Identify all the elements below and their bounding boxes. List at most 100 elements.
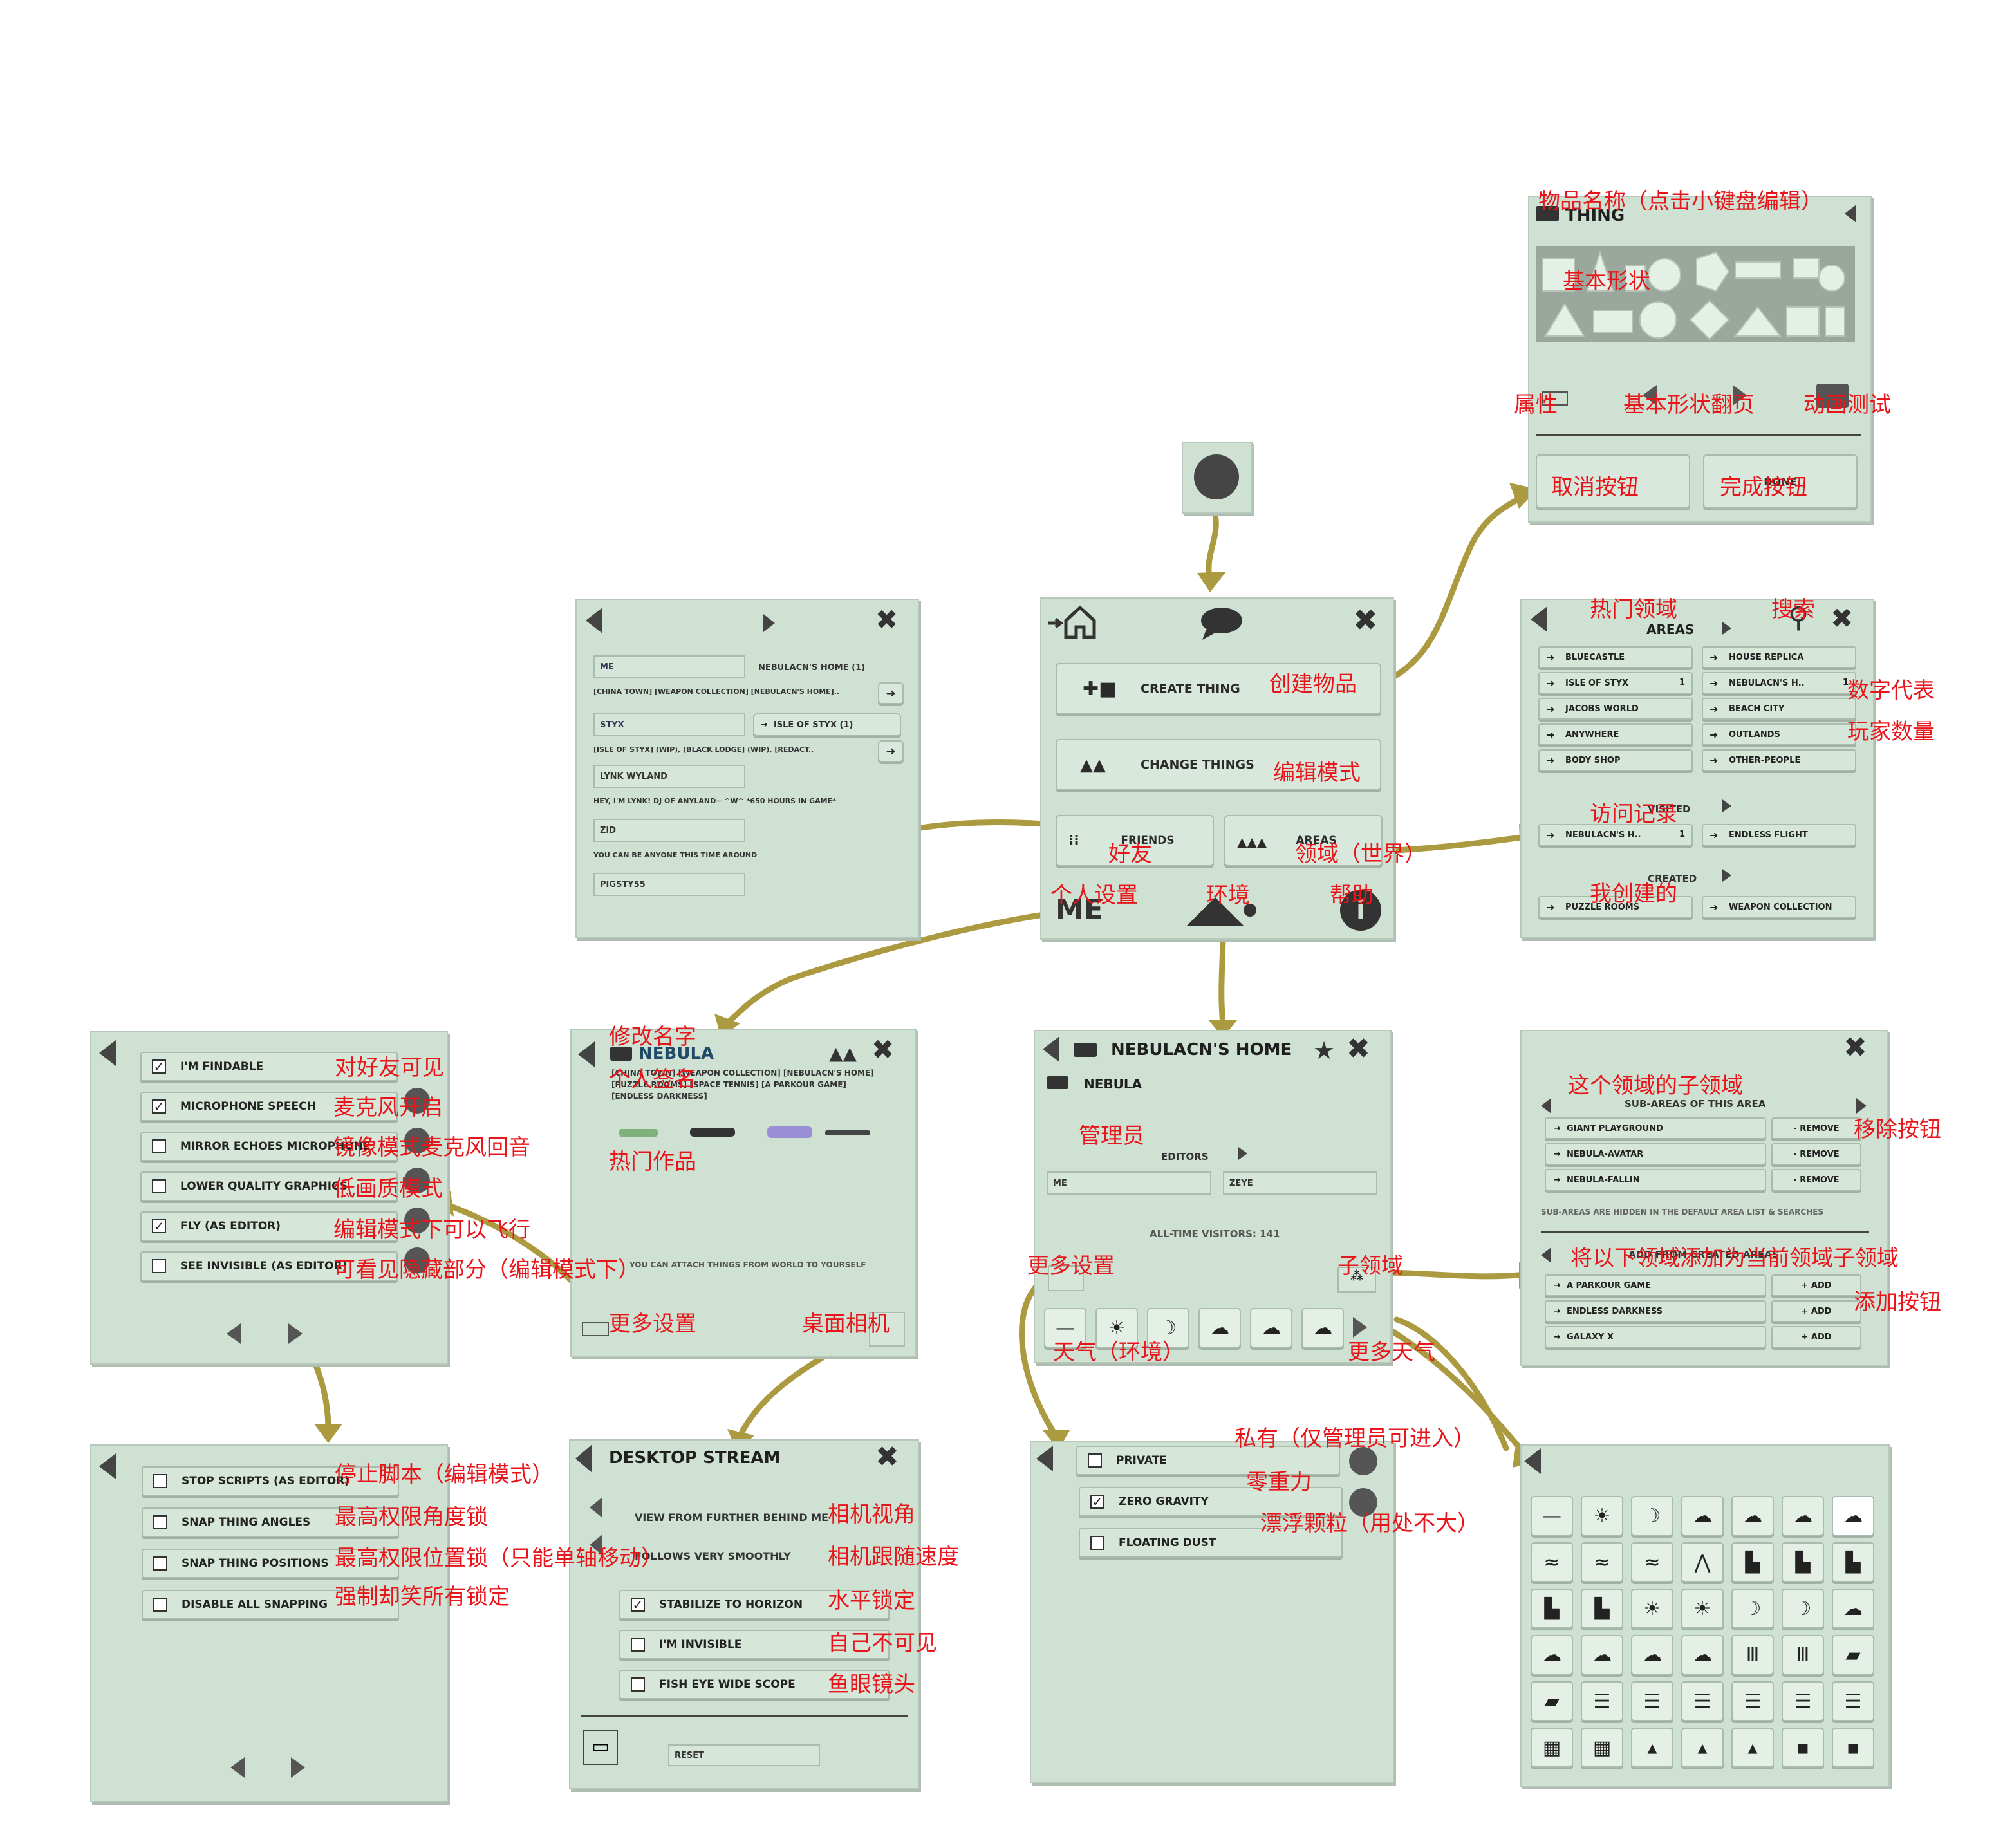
weather-preset-tile[interactable]: ▪ bbox=[1782, 1728, 1824, 1768]
area-button[interactable]: ➜ OUTLANDS bbox=[1702, 723, 1856, 745]
weather-tile[interactable]: ☁ bbox=[1250, 1308, 1292, 1348]
remove-button[interactable]: - REMOVE bbox=[1771, 1169, 1861, 1191]
weather-preset-tile[interactable]: ▴ bbox=[1631, 1728, 1673, 1768]
back-arrow-icon[interactable] bbox=[1541, 1098, 1551, 1114]
friend-lynk-field[interactable]: LYNK WYLAND bbox=[593, 765, 745, 788]
friend-styx-field[interactable]: STYX bbox=[593, 713, 745, 736]
area-button[interactable]: ➜ BLUECASTLE bbox=[1538, 646, 1693, 668]
home-icon[interactable] bbox=[1047, 604, 1098, 640]
editor-field[interactable]: ME bbox=[1047, 1171, 1211, 1195]
forward-arrow-icon[interactable] bbox=[763, 614, 775, 632]
twitch-icon[interactable]: ▭ bbox=[583, 1730, 618, 1765]
featured-works[interactable] bbox=[613, 1120, 883, 1146]
weather-preset-tile[interactable]: ▴ bbox=[1681, 1728, 1724, 1768]
area-button[interactable]: ➜ ISLE OF STYX 1 bbox=[1538, 672, 1693, 694]
weather-preset-tile[interactable]: ☁ bbox=[1631, 1635, 1673, 1675]
checkbox[interactable] bbox=[152, 1139, 166, 1153]
area-button[interactable]: ➜ ANYWHERE bbox=[1538, 723, 1693, 745]
friend-zid-field[interactable]: ZID bbox=[593, 819, 745, 842]
weather-preset-tile[interactable]: ☰ bbox=[1782, 1681, 1824, 1721]
checkbox[interactable] bbox=[153, 1474, 167, 1488]
weather-preset-tile[interactable]: ☽ bbox=[1631, 1496, 1673, 1536]
weather-preset-tile[interactable]: ▪ bbox=[1832, 1728, 1874, 1768]
checkbox[interactable]: ✓ bbox=[631, 1598, 645, 1612]
weather-preset-tile[interactable]: ☰ bbox=[1832, 1681, 1874, 1721]
weather-preset-tile[interactable]: ▰ bbox=[1832, 1635, 1874, 1675]
checkbox[interactable]: ✓ bbox=[1090, 1495, 1104, 1509]
page-next-icon[interactable] bbox=[291, 1757, 305, 1778]
checkbox[interactable]: ✓ bbox=[152, 1099, 166, 1114]
weather-preset-tile[interactable]: — bbox=[1531, 1496, 1573, 1536]
add-button[interactable]: + ADD bbox=[1771, 1326, 1861, 1348]
checkbox[interactable] bbox=[1088, 1453, 1102, 1468]
friend-me-field[interactable]: ME bbox=[593, 655, 745, 678]
friend-styx-area-button[interactable]: ➜ ISLE OF STYX (1) bbox=[753, 713, 901, 736]
friend-pig-field[interactable]: PIGSTY55 bbox=[593, 873, 745, 896]
weather-preset-tile[interactable]: ▦ bbox=[1581, 1728, 1623, 1768]
back-arrow-icon[interactable] bbox=[99, 1040, 116, 1066]
checkbox[interactable] bbox=[152, 1259, 166, 1273]
weather-preset-tile[interactable]: ≈ bbox=[1581, 1542, 1623, 1582]
mountain-icon[interactable]: ▲▲ bbox=[829, 1043, 857, 1064]
weather-preset-tile[interactable]: ≈ bbox=[1531, 1542, 1573, 1582]
checkbox[interactable]: ✓ bbox=[152, 1219, 166, 1233]
weather-preset-tile[interactable]: ▙ bbox=[1832, 1542, 1874, 1582]
close-icon[interactable]: ✖ bbox=[1843, 1034, 1867, 1062]
weather-preset-tile[interactable]: ≈ bbox=[1631, 1542, 1673, 1582]
more-settings-icon[interactable] bbox=[582, 1322, 609, 1336]
close-icon[interactable]: ✖ bbox=[1353, 605, 1378, 635]
weather-preset-tile[interactable]: ☽ bbox=[1731, 1589, 1774, 1629]
checkbox[interactable]: ✓ bbox=[152, 1059, 166, 1074]
weather-preset-tile[interactable]: ☰ bbox=[1631, 1681, 1673, 1721]
weather-tile[interactable]: ☁ bbox=[1198, 1308, 1241, 1348]
more-weather-icon[interactable] bbox=[1353, 1317, 1367, 1338]
remove-button[interactable]: - REMOVE bbox=[1771, 1143, 1861, 1165]
back-arrow-icon[interactable] bbox=[1524, 1448, 1541, 1474]
checkbox[interactable] bbox=[631, 1677, 645, 1692]
editor-field[interactable]: ZEYE bbox=[1223, 1171, 1377, 1195]
weather-preset-tile[interactable]: ☰ bbox=[1731, 1681, 1774, 1721]
weather-preset-tile[interactable]: ▙ bbox=[1782, 1542, 1824, 1582]
created-more-icon[interactable] bbox=[1722, 869, 1731, 882]
area-button[interactable]: ➜ BODY SHOP bbox=[1538, 749, 1693, 771]
weather-preset-tile[interactable]: ▴ bbox=[1731, 1728, 1774, 1768]
weather-preset-tile[interactable]: ▦ bbox=[1531, 1728, 1573, 1768]
weather-preset-tile[interactable]: Ⅲ bbox=[1782, 1635, 1824, 1675]
close-icon[interactable]: ✖ bbox=[871, 1036, 894, 1063]
visited-more-icon[interactable] bbox=[1722, 799, 1731, 812]
area-button[interactable]: ➜ HOUSE REPLICA bbox=[1702, 646, 1856, 668]
page-prev-icon[interactable] bbox=[227, 1323, 241, 1344]
page-prev-icon[interactable] bbox=[230, 1757, 245, 1778]
created-area-button[interactable]: ➜ GALAXY X bbox=[1545, 1326, 1766, 1348]
weather-preset-tile[interactable]: ☁ bbox=[1681, 1496, 1724, 1536]
add-button[interactable]: + ADD bbox=[1771, 1274, 1861, 1296]
go-button[interactable]: ➜ bbox=[878, 682, 904, 704]
weather-preset-tile[interactable]: ☰ bbox=[1581, 1681, 1623, 1721]
keyboard-icon[interactable] bbox=[1047, 1076, 1068, 1089]
star-icon[interactable]: ★ bbox=[1313, 1036, 1335, 1065]
checkbox[interactable] bbox=[152, 1179, 166, 1193]
weather-preset-tile[interactable]: ☀ bbox=[1631, 1589, 1673, 1629]
visited-area-button[interactable]: ➜ NEBULACN'S H.. 1 bbox=[1538, 824, 1693, 846]
sub-area-button[interactable]: ➜ NEBULA-FALLIN bbox=[1545, 1169, 1766, 1191]
weather-preset-tile[interactable]: Ⅲ bbox=[1731, 1635, 1774, 1675]
camera-view-label[interactable]: VIEW FROM FURTHER BEHIND ME bbox=[635, 1511, 828, 1524]
page-next-icon[interactable] bbox=[288, 1323, 303, 1344]
back-arrow-icon[interactable] bbox=[1541, 1247, 1551, 1263]
sub-area-button[interactable]: ➜ NEBULA-AVATAR bbox=[1545, 1143, 1766, 1165]
back-arrow-icon[interactable] bbox=[1845, 205, 1856, 223]
reset-button[interactable]: RESET bbox=[668, 1744, 820, 1766]
back-arrow-icon[interactable] bbox=[1531, 606, 1547, 632]
go-button[interactable]: ➜ bbox=[878, 740, 904, 762]
weather-preset-tile[interactable]: ☰ bbox=[1681, 1681, 1724, 1721]
sub-area-button[interactable]: ➜ GIANT PLAYGROUND bbox=[1545, 1117, 1766, 1139]
back-arrow-icon[interactable] bbox=[586, 608, 602, 633]
back-arrow-icon[interactable] bbox=[1036, 1446, 1053, 1471]
close-icon[interactable]: ✖ bbox=[1831, 605, 1853, 632]
weather-preset-tile[interactable]: ☁ bbox=[1531, 1635, 1573, 1675]
back-arrow-icon[interactable] bbox=[1043, 1036, 1059, 1062]
weather-preset-tile[interactable]: ☀ bbox=[1581, 1496, 1623, 1536]
weather-preset-tile[interactable]: ☁ bbox=[1581, 1635, 1623, 1675]
back-arrow-icon[interactable] bbox=[575, 1444, 592, 1473]
checkbox[interactable] bbox=[631, 1638, 645, 1652]
